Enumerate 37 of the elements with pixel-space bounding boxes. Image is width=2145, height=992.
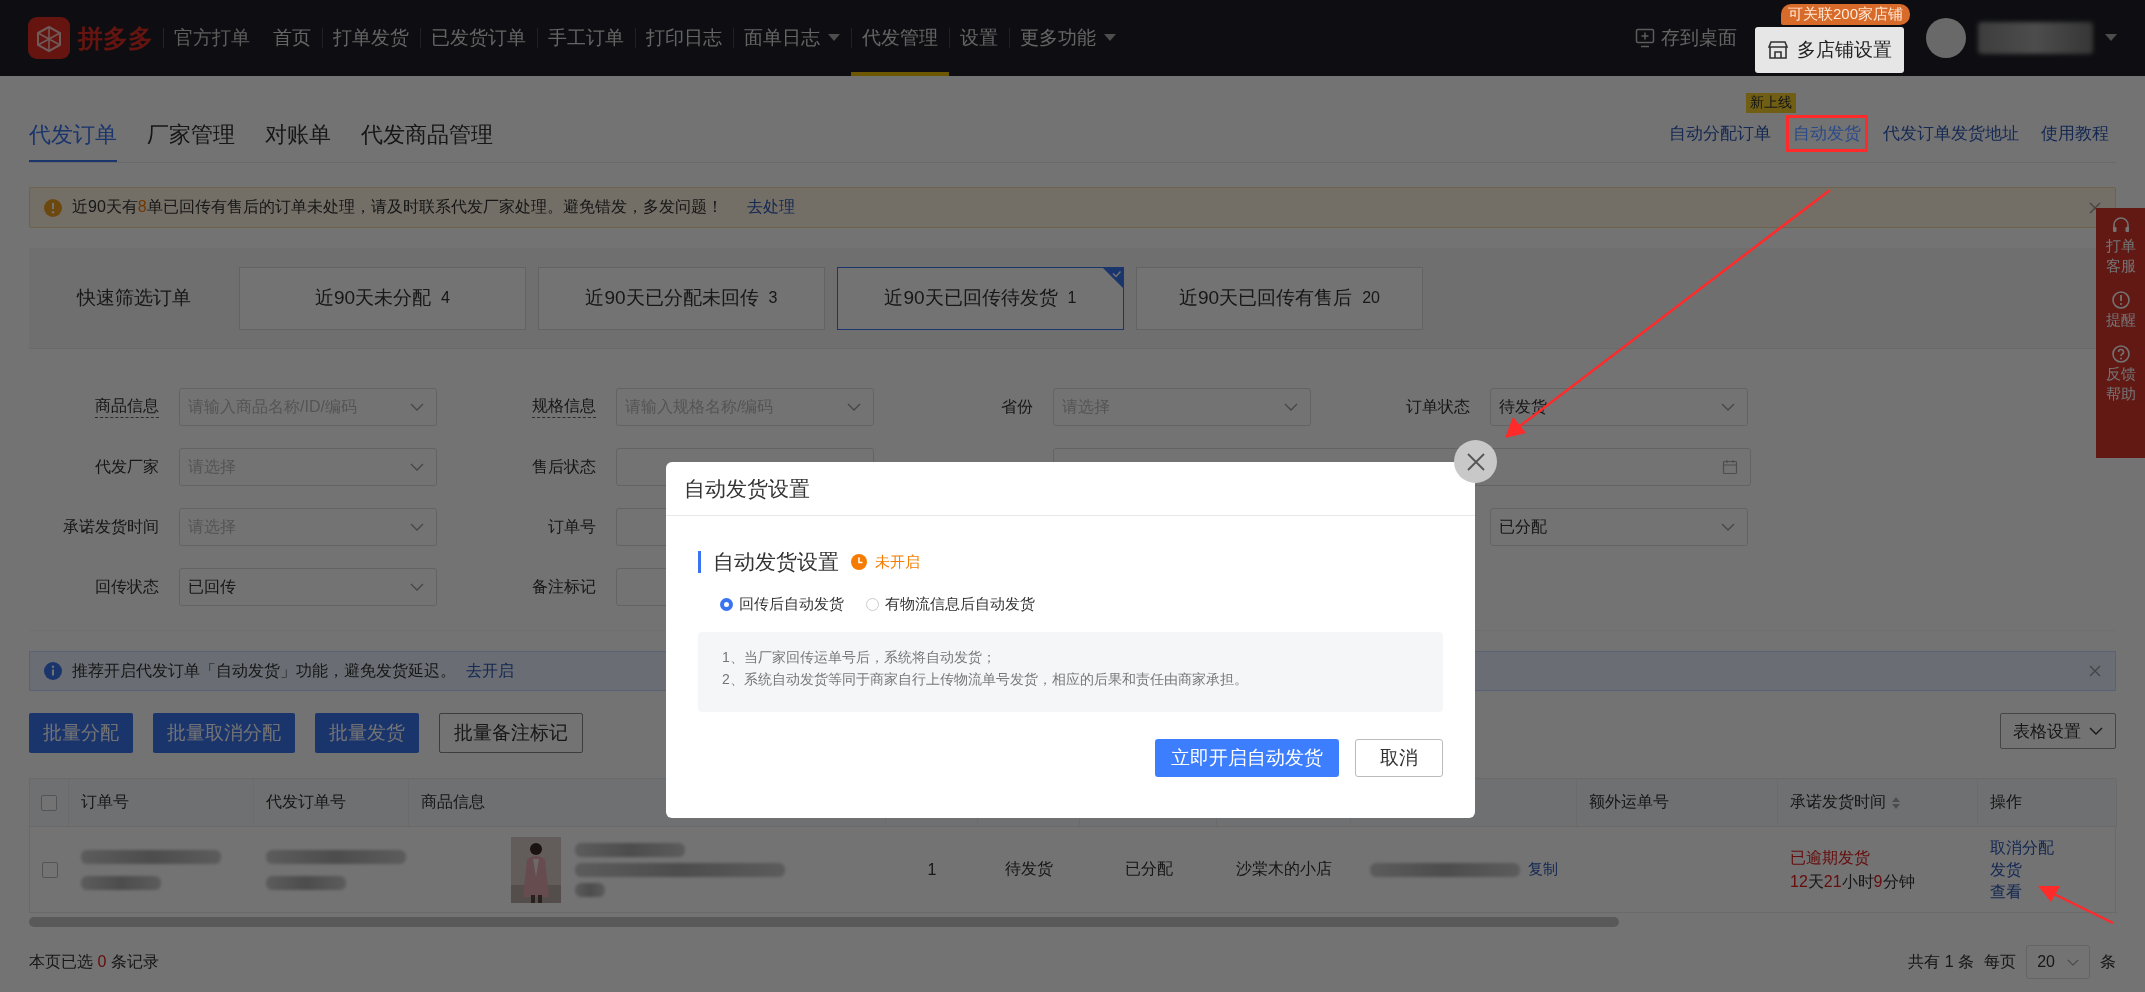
filter-label: 代发厂家 (95, 456, 159, 477)
filter-label: 售后状态 (532, 456, 596, 477)
column-header: 代发订单号 (266, 792, 346, 812)
note-text: 1、当厂家回传运单号后，系统将自动发货； (722, 648, 997, 667)
column-header: 承诺发货时间 (1790, 792, 1886, 812)
filter-label: 备注标记 (532, 576, 596, 597)
selection-count: 本页已选 0 条记录 (29, 951, 159, 972)
overdue-status: 已逾期发货 (1790, 847, 1871, 868)
table-cell: 1 (927, 860, 937, 879)
filter-label: 规格信息 (532, 396, 596, 418)
table-cell-text: 已分配 (1124, 859, 1173, 879)
column-header: 商品信息 (421, 792, 485, 812)
page-size-unit: 条 (2100, 951, 2116, 972)
table-cell-text: 待发货 (1005, 859, 1053, 879)
store-badge: 可关联200家店铺 (1780, 4, 1910, 25)
new-badge: 新上线 (1746, 93, 1796, 113)
total-count: 共有 1 条 (1908, 951, 1975, 972)
filter-label: 承诺发货时间 (63, 516, 159, 537)
filter-label: 省份 (1001, 396, 1033, 417)
warning-text: 近90天有8单已回传有售后的订单未处理，请及时联系代发厂家处理。避免错发，多发问题！ (72, 197, 723, 217)
quick-filter-label: 快速筛选订单 (77, 286, 192, 310)
time-remaining: 12天21小时9分钟 (1790, 871, 1916, 892)
status-label: 未开启 (875, 552, 920, 572)
filter-label: 商品信息 (95, 396, 159, 418)
section-title: 自动发货设置 (713, 549, 839, 575)
info-text: 推荐开启代发订单「自动发货」功能，避免发货延迟。 (72, 660, 456, 681)
filter-label: 回传状态 (95, 576, 159, 597)
column-header: 操作 (1990, 792, 2022, 812)
filter-label: 订单号 (548, 516, 596, 537)
page-size-label: 每页 (1984, 951, 2017, 972)
brand-name: 拼多多 (78, 22, 153, 54)
note-text: 2、系统自动发货等同于商家自行上传物流单号发货，相应的后果和责任由商家承担。 (722, 670, 1249, 689)
product-name: 官方打单 (163, 28, 250, 48)
filter-label: 订单状态 (1406, 396, 1470, 417)
column-header: 订单号 (81, 792, 129, 812)
table-cell-text: 沙棠木的小店 (1236, 859, 1332, 879)
column-header: 额外运单号 (1589, 792, 1669, 812)
